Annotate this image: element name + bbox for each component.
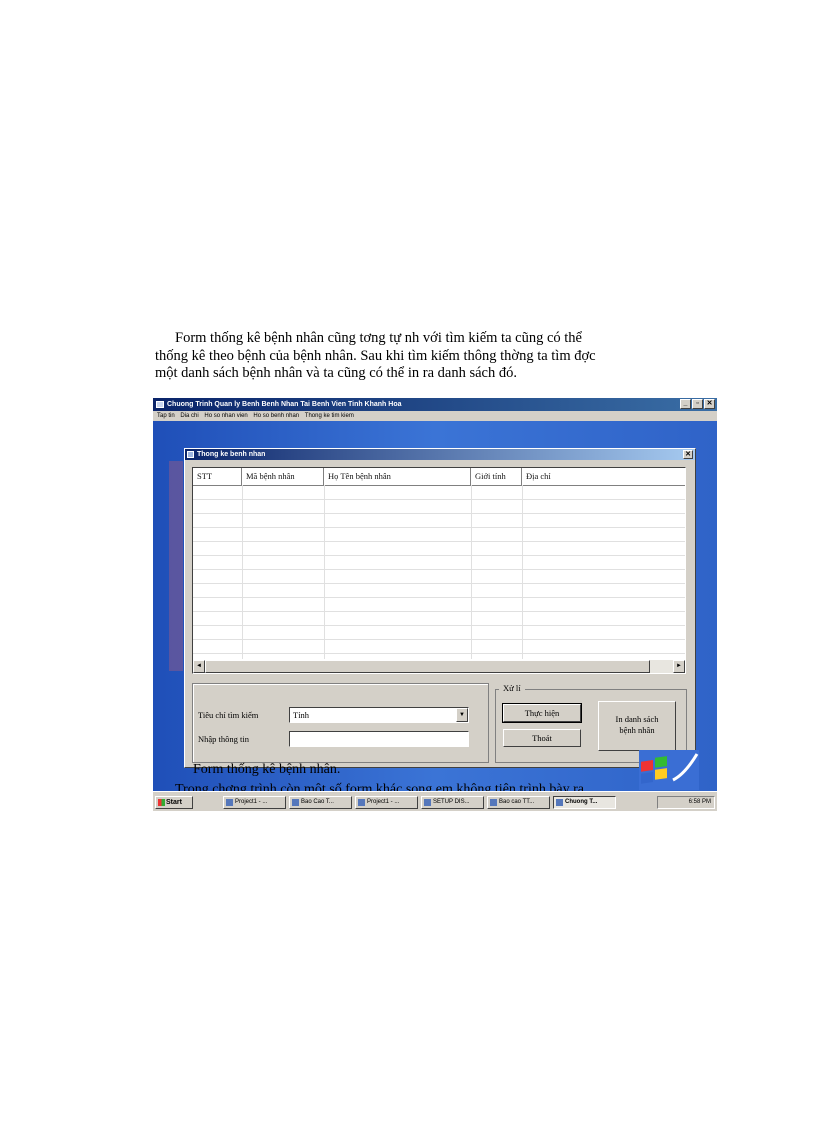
scroll-thumb[interactable] (205, 660, 650, 673)
taskbar-item-label: Bao cao TT... (499, 799, 535, 805)
table-row[interactable] (193, 541, 685, 556)
taskbar-item[interactable]: Bao cao TT... (487, 796, 550, 809)
window-icon (556, 799, 563, 806)
table-row[interactable] (193, 499, 685, 514)
column-stt[interactable]: STT (193, 468, 242, 485)
window-icon (358, 799, 365, 806)
menu-thong-ke-tim-kiem[interactable]: Thong ke tim kiem (305, 413, 354, 419)
input-info-label: Nhập thông tin (198, 734, 249, 744)
horizontal-scrollbar[interactable]: ◄ ► (193, 660, 685, 673)
taskbar-item-label: Bao Cao T... (301, 799, 334, 805)
run-button[interactable]: Thực hiện (502, 703, 582, 723)
dialog-title: Thong ke benh nhan (197, 451, 266, 458)
action-group-label: Xử lí (499, 683, 525, 693)
start-label: Start (166, 799, 182, 806)
scroll-right-arrow-icon[interactable]: ► (673, 660, 685, 673)
patient-grid[interactable]: STT Mã bệnh nhân Họ Tên bệnh nhân Giới t… (192, 467, 686, 674)
paragraph-line: thống kê theo bệnh của bệnh nhân. Sau kh… (155, 347, 596, 364)
close-button[interactable]: ✕ (704, 399, 715, 409)
window-controls: _ ▫ ✕ (680, 399, 715, 409)
taskbar-item[interactable]: Project1 - ... (223, 796, 286, 809)
window-icon (424, 799, 431, 806)
start-button[interactable]: Start (155, 796, 193, 809)
app-icon (156, 401, 164, 408)
column-ho-ten[interactable]: Họ Tên bệnh nhân (324, 468, 471, 485)
start-flag-icon (158, 799, 165, 806)
screenshot-figure: Chuong Trinh Quan ly Benh Benh Nhan Tai … (153, 398, 717, 811)
print-button-line: bệnh nhân (619, 725, 655, 735)
menu-ho-so-benh-nhan[interactable]: Ho so benh nhan (253, 413, 299, 419)
search-criteria-select[interactable]: Tỉnh ▼ (289, 707, 469, 723)
desktop-decoration (169, 461, 183, 671)
taskbar-item[interactable]: Project1 - ... (355, 796, 418, 809)
taskbar-item-label: Project1 - ... (367, 799, 400, 805)
taskbar-item-label: SETUP DIS... (433, 799, 470, 805)
paragraph-line: Form thống kê bệnh nhân cũng tơng tự nh … (175, 330, 582, 346)
column-dia-chi[interactable]: Địa chỉ (522, 468, 685, 485)
taskbar-item-label: Project1 - ... (235, 799, 268, 805)
system-tray: 6:58 PM (657, 796, 715, 809)
window-icon (226, 799, 233, 806)
dialog-icon (187, 451, 194, 458)
dropdown-arrow-icon[interactable]: ▼ (456, 708, 468, 722)
app-title: Chuong Trinh Quan ly Benh Benh Nhan Tai … (167, 401, 402, 408)
minimize-button[interactable]: _ (680, 399, 691, 409)
table-row[interactable] (193, 555, 685, 570)
column-gioi-tinh[interactable]: Giới tính (471, 468, 522, 485)
table-row[interactable] (193, 639, 685, 654)
scroll-left-arrow-icon[interactable]: ◄ (193, 660, 205, 673)
dialog-close-button[interactable]: ✕ (683, 450, 693, 459)
column-divider (324, 485, 325, 659)
app-titlebar: Chuong Trinh Quan ly Benh Benh Nhan Tai … (153, 398, 717, 411)
menu-tap-tin[interactable]: Tap tin (157, 413, 175, 419)
column-divider (471, 485, 472, 659)
taskbar-item[interactable]: SETUP DIS... (421, 796, 484, 809)
statistics-dialog: Thong ke benh nhan ✕ STT Mã bệnh nhân Họ… (184, 448, 696, 768)
column-ma-benh-nhan[interactable]: Mã bệnh nhân (242, 468, 324, 485)
windows-logo-icon (639, 750, 699, 790)
table-row[interactable] (193, 569, 685, 584)
taskbar: Start Project1 - ... Bao Cao T... Projec… (153, 791, 717, 811)
figure-caption: Form thống kê bệnh nhân. (193, 762, 341, 777)
table-row[interactable] (193, 485, 685, 500)
window-icon (490, 799, 497, 806)
clock[interactable]: 6:58 PM (689, 799, 711, 805)
table-row[interactable] (193, 583, 685, 598)
dialog-titlebar: Thong ke benh nhan ✕ (185, 449, 695, 460)
exit-button[interactable]: Thoát (503, 729, 581, 747)
search-criteria-value: Tỉnh (293, 710, 310, 720)
search-criteria-label: Tiêu chí tìm kiếm (198, 710, 259, 720)
paragraph-line: một danh sách bệnh nhân và ta cũng có th… (155, 365, 517, 381)
column-divider (242, 485, 243, 659)
menu-dia-chi[interactable]: Dia chi (180, 413, 198, 419)
print-button-line: In danh sách (615, 714, 659, 724)
input-info-field[interactable] (289, 731, 469, 747)
column-divider (522, 485, 523, 659)
taskbar-item[interactable]: Bao Cao T... (289, 796, 352, 809)
table-row[interactable] (193, 625, 685, 640)
table-row[interactable] (193, 527, 685, 542)
print-list-button[interactable]: In danh sách bệnh nhân (598, 701, 676, 751)
grid-header: STT Mã bệnh nhân Họ Tên bệnh nhân Giới t… (193, 468, 685, 486)
table-row[interactable] (193, 597, 685, 612)
table-row[interactable] (193, 513, 685, 528)
taskbar-item-active[interactable]: Chuong T... (553, 796, 616, 809)
intro-paragraph: Form thống kê bệnh nhân cũng tơng tự nh … (155, 330, 720, 383)
menu-ho-so-nhan-vien[interactable]: Ho so nhan vien (204, 413, 247, 419)
taskbar-item-label: Chuong T... (565, 799, 598, 805)
maximize-button[interactable]: ▫ (692, 399, 703, 409)
table-row[interactable] (193, 611, 685, 626)
window-icon (292, 799, 299, 806)
search-criteria-group (192, 683, 489, 763)
